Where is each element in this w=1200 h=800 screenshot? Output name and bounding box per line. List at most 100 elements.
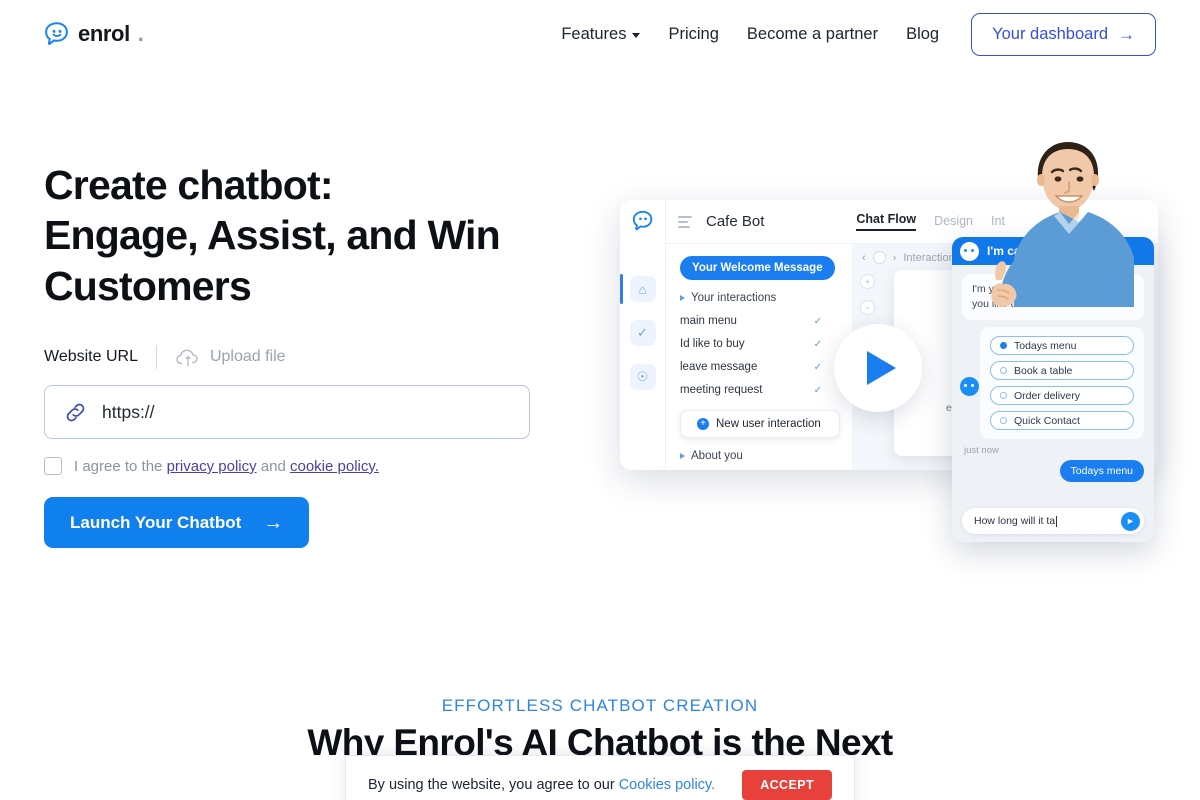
check-icon: ✓ — [813, 338, 822, 350]
chevron-down-icon — [632, 32, 641, 38]
tab-upload-file[interactable]: Upload file — [157, 347, 304, 367]
privacy-policy-link[interactable]: privacy policy — [167, 458, 257, 475]
arrow-right-icon: → — [263, 511, 284, 534]
quick-reply-todays-menu[interactable]: Todays menu — [990, 336, 1134, 356]
nav-item-become-a-partner[interactable]: Become a partner — [733, 17, 892, 52]
dashboard-label: Your dashboard — [992, 24, 1108, 43]
text-caret — [1056, 515, 1058, 527]
builder-sidebar: ⌂ ✓ ☉ — [620, 200, 666, 470]
hero-product-mockup: Cafe Bot Chat Flow Design Int ⌂ ✓ ☉ Your… — [612, 132, 1172, 552]
quick-reply-order-delivery[interactable]: Order delivery — [990, 386, 1134, 406]
plus-icon: + — [697, 418, 709, 430]
play-video-button[interactable] — [834, 324, 922, 412]
sidebar-item-integrations[interactable]: ☉ — [629, 364, 656, 390]
hero-title-line-1: Create chatbot: — [44, 162, 334, 208]
website-url-input[interactable]: https:// — [44, 385, 530, 440]
new-user-interaction-button[interactable]: + New user interaction — [680, 410, 840, 438]
welcome-message-node[interactable]: Your Welcome Message — [680, 256, 835, 280]
check-icon: ✓ — [813, 361, 822, 373]
agree-checkbox[interactable] — [44, 457, 62, 476]
quick-reply-label: Quick Contact — [1014, 414, 1080, 427]
flow-item[interactable]: meeting request ✓ — [680, 384, 822, 396]
cookies-policy-link[interactable]: Cookies policy. — [619, 777, 715, 793]
radio-icon — [1000, 367, 1007, 375]
canvas-avatar — [872, 251, 886, 264]
nav-item-blog[interactable]: Blog — [892, 17, 953, 52]
consent-text: I agree to the privacy policy and cookie… — [74, 458, 379, 475]
flow-item-label: leave message — [680, 361, 758, 373]
section-kicker: EFFORTLESS CHATBOT CREATION — [441, 696, 759, 715]
site-header: enrol . Features Pricing Become a partne… — [0, 0, 1200, 68]
page-title: Create chatbot: Engage, Assist, and Win … — [44, 160, 584, 311]
cookie-consent-bar: By using the website, you agree to our C… — [345, 755, 855, 800]
group-about-you[interactable]: About you — [680, 450, 850, 462]
prev-arrow-icon[interactable]: ‹ — [862, 252, 866, 264]
send-message-button[interactable]: ► — [1121, 511, 1140, 531]
bot-avatar — [960, 377, 979, 396]
tab-website-url-label: Website URL — [44, 348, 138, 366]
user-message: Todays menu — [1059, 460, 1144, 483]
play-icon — [867, 351, 896, 385]
flow-item-label: Id like to buy — [680, 338, 745, 350]
flow-item[interactable]: Id like to buy ✓ — [680, 338, 822, 350]
breadcrumb-label: Interaction — [903, 251, 955, 264]
radio-icon — [1000, 392, 1007, 400]
sidebar-item-tasks[interactable]: ✓ — [629, 320, 656, 346]
your-dashboard-button[interactable]: Your dashboard → — [971, 12, 1156, 56]
brand-logo[interactable]: enrol . — [44, 21, 144, 47]
chat-bubble-logo-icon — [632, 210, 652, 231]
nav-label-pricing: Pricing — [668, 24, 719, 43]
source-tab-group: Website URL Upload file — [44, 345, 584, 370]
check-icon: ✓ — [813, 315, 822, 327]
arrow-right-icon: → — [1118, 24, 1135, 44]
nav-label-partner: Become a partner — [746, 24, 879, 43]
quick-reply-label: Todays menu — [1014, 339, 1077, 352]
flow-item[interactable]: leave message ✓ — [680, 361, 822, 373]
nav-item-features[interactable]: Features — [547, 17, 654, 52]
chat-bubble-logo-icon — [45, 22, 68, 45]
launch-chatbot-button[interactable]: Launch Your Chatbot → — [44, 497, 310, 549]
tab-website-url[interactable]: Website URL — [44, 348, 156, 366]
quick-reply-label: Book a table — [1014, 364, 1073, 377]
consent-prefix: I agree to the — [74, 457, 167, 475]
tab-upload-file-label: Upload file — [209, 348, 286, 366]
flow-item[interactable]: main menu ✓ — [680, 315, 822, 327]
cookie-text: By using the website, you agree to our C… — [368, 777, 715, 793]
quick-reply-options: Todays menu Book a table Order delivery … — [980, 327, 1144, 440]
nav-item-pricing[interactable]: Pricing — [654, 17, 732, 52]
accept-cookies-button[interactable]: ACCEPT — [742, 770, 832, 800]
next-arrow-icon[interactable]: › — [893, 252, 897, 264]
flow-list: Your Welcome Message Your interactions m… — [680, 256, 850, 470]
zoom-in-icon[interactable]: + — [860, 274, 875, 289]
triangle-right-icon — [680, 295, 685, 301]
chat-input-value: How long will it ta — [974, 515, 1056, 527]
website-url-value: https:// — [102, 401, 155, 422]
flow-item-label: meeting request — [680, 384, 763, 396]
consent-middle: and — [256, 457, 290, 475]
landing-page: enrol . Features Pricing Become a partne… — [0, 0, 1200, 800]
hero-title-line-3: Customers — [44, 262, 252, 309]
cloud-upload-icon — [176, 349, 198, 367]
chat-message-input[interactable]: How long will it ta ► — [962, 508, 1144, 534]
message-timestamp: just now — [964, 445, 999, 457]
quick-reply-book-a-table[interactable]: Book a table — [990, 361, 1134, 381]
menu-icon[interactable] — [678, 215, 692, 228]
sidebar-item-home[interactable]: ⌂ — [620, 274, 656, 304]
cookie-policy-link[interactable]: cookie policy. — [290, 458, 379, 475]
your-interactions-header[interactable]: Your interactions — [680, 292, 850, 304]
check-icon: ✓ — [813, 384, 822, 396]
new-user-interaction-label: New user interaction — [716, 418, 821, 430]
triangle-right-icon — [680, 453, 685, 459]
group-label: About you — [691, 450, 743, 462]
quick-reply-quick-contact[interactable]: Quick Contact — [990, 411, 1134, 431]
your-interactions-label: Your interactions — [691, 292, 777, 304]
radio-icon — [1000, 342, 1007, 350]
nav-label-features: Features — [561, 24, 627, 43]
bot-name: Cafe Bot — [706, 213, 765, 230]
launch-chatbot-label: Launch Your Chatbot — [70, 512, 242, 532]
zoom-out-icon[interactable]: − — [860, 300, 875, 315]
link-icon — [66, 403, 85, 422]
flow-item-label: main menu — [680, 315, 737, 327]
main-nav: Features Pricing Become a partner Blog Y… — [547, 12, 1156, 56]
tab-chat-flow[interactable]: Chat Flow — [856, 212, 917, 231]
